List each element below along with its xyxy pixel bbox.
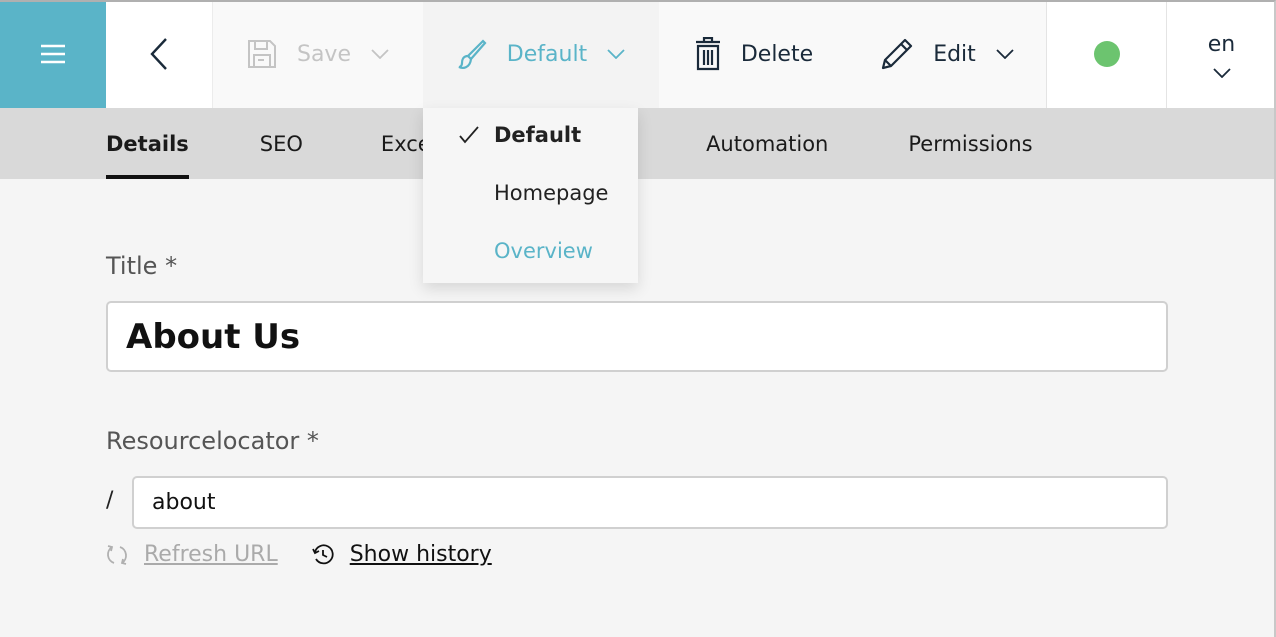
dropdown-item-default[interactable]: Default <box>494 123 581 147</box>
resource-locator-input[interactable]: about <box>132 476 1168 529</box>
refresh-url-link[interactable]: Refresh URL <box>144 542 278 567</box>
dropdown-item-homepage[interactable]: Homepage <box>494 181 608 205</box>
history-icon <box>311 543 334 566</box>
save-label: Save <box>296 41 351 67</box>
edit-label: Edit <box>933 41 976 67</box>
chevron-down-icon <box>1212 59 1231 84</box>
refresh-icon <box>106 544 128 566</box>
template-dropdown-menu: Default Homepage Overview <box>423 108 638 283</box>
title-value: About Us <box>126 316 301 357</box>
floppy-disk-icon <box>247 39 277 69</box>
tab-permissions[interactable]: Permissions <box>908 108 1032 179</box>
pencil-icon <box>881 38 913 70</box>
resource-locator-value: about <box>152 490 216 515</box>
save-button[interactable]: Save <box>213 0 423 108</box>
trash-icon <box>695 37 721 71</box>
chevron-down-icon <box>371 49 389 59</box>
template-selector-button[interactable]: Default <box>423 0 659 108</box>
tab-label: Permissions <box>908 131 1033 156</box>
locale-selector[interactable]: en <box>1167 0 1276 108</box>
edit-button[interactable]: Edit <box>849 0 1047 108</box>
url-prefix: / <box>106 488 114 513</box>
delete-label: Delete <box>740 41 814 67</box>
template-label: Default <box>506 41 588 67</box>
tab-label: SEO <box>259 131 303 156</box>
title-input[interactable]: About Us <box>106 301 1168 372</box>
chevron-left-icon <box>150 38 168 70</box>
title-label: Title * <box>106 252 178 280</box>
locale-label: en <box>1207 32 1236 57</box>
status-indicator <box>1093 41 1120 67</box>
tab-label: Automation <box>706 131 829 156</box>
paintbrush-icon <box>457 38 487 70</box>
check-icon <box>459 126 479 148</box>
tab-seo[interactable]: SEO <box>260 108 303 179</box>
menu-button[interactable] <box>0 0 106 108</box>
toolbar: Save Default Delete Edit en <box>0 0 1276 108</box>
chevron-down-icon <box>607 49 625 59</box>
delete-button[interactable]: Delete <box>659 0 849 108</box>
back-button[interactable] <box>106 0 213 108</box>
hamburger-icon <box>40 43 66 65</box>
resource-locator-label: Resourcelocator * <box>106 427 319 455</box>
show-history-link[interactable]: Show history <box>350 542 492 567</box>
tab-automation[interactable]: Automation <box>706 108 828 179</box>
tab-details[interactable]: Details <box>106 108 189 179</box>
tab-bar: Details SEO Excerpt Settings Automation … <box>0 108 1276 179</box>
tab-label: Details <box>106 131 189 156</box>
publish-status-button[interactable] <box>1047 0 1167 108</box>
url-actions: Refresh URL Show history <box>106 542 492 567</box>
dropdown-item-overview[interactable]: Overview <box>494 239 593 263</box>
chevron-down-icon <box>996 49 1014 59</box>
